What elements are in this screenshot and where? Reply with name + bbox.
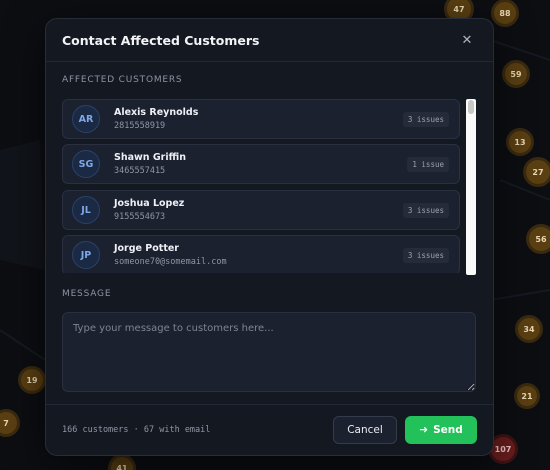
scrollbar-thumb[interactable]	[468, 100, 474, 114]
send-button[interactable]: ➜ Send	[405, 416, 477, 444]
avatar: JL	[72, 196, 100, 224]
list-scrollbar[interactable]	[466, 99, 476, 275]
map-cluster[interactable]: 59	[502, 60, 530, 88]
customer-name: Shawn Griffin	[114, 152, 186, 163]
customer-count: 166 customers · 67 with email	[62, 425, 211, 435]
customer-item[interactable]: JP Jorge Potter someone70@somemail.com 3…	[62, 235, 460, 273]
avatar: JP	[72, 241, 100, 269]
map-cluster[interactable]: 88	[491, 0, 519, 27]
customer-list[interactable]: AR Alexis Reynolds 2815558919 3 issues S…	[62, 99, 478, 273]
arrow-right-icon: ➜	[419, 424, 429, 436]
map-cluster[interactable]: 19	[18, 366, 46, 394]
avatar: AR	[72, 105, 100, 133]
close-icon[interactable]: ✕	[457, 30, 477, 50]
map-cluster[interactable]: 21	[514, 383, 540, 409]
issues-badge: 3 issues	[402, 111, 449, 127]
message-label: MESSAGE	[62, 289, 112, 299]
issues-badge: 3 issues	[402, 202, 449, 218]
dialog-header: Contact Affected Customers ✕	[46, 19, 493, 62]
avatar: SG	[72, 150, 100, 178]
map-cluster[interactable]: 34	[515, 315, 543, 343]
customer-item[interactable]: SG Shawn Griffin 3465557415 1 issue	[62, 144, 460, 184]
affected-customers-label: AFFECTED CUSTOMERS	[62, 75, 183, 85]
map-cluster[interactable]: 27	[523, 157, 550, 187]
map-cluster[interactable]: 13	[506, 128, 534, 156]
customer-contact: 9155554673	[114, 212, 166, 222]
message-input[interactable]	[62, 312, 476, 392]
customer-name: Jorge Potter	[114, 243, 179, 254]
contact-customers-dialog: Contact Affected Customers ✕ AFFECTED CU…	[45, 18, 494, 456]
customer-contact: 3465557415	[114, 166, 166, 176]
issues-badge: 1 issue	[407, 156, 449, 172]
customer-item[interactable]: JL Joshua Lopez 9155554673 3 issues	[62, 190, 460, 230]
issues-badge: 3 issues	[402, 247, 449, 263]
customer-item[interactable]: AR Alexis Reynolds 2815558919 3 issues	[62, 99, 460, 139]
customer-name: Joshua Lopez	[114, 198, 185, 209]
customer-name: Alexis Reynolds	[114, 107, 199, 118]
cancel-label: Cancel	[347, 424, 383, 436]
customer-contact: 2815558919	[114, 121, 166, 131]
customer-contact: someone70@somemail.com	[114, 257, 227, 267]
dialog-footer: 166 customers · 67 with email Cancel ➜ S…	[46, 404, 493, 455]
dialog-title: Contact Affected Customers	[62, 32, 260, 48]
cancel-button[interactable]: Cancel	[333, 416, 397, 444]
map-cluster[interactable]: 56	[526, 224, 550, 254]
send-label: Send	[433, 424, 463, 436]
